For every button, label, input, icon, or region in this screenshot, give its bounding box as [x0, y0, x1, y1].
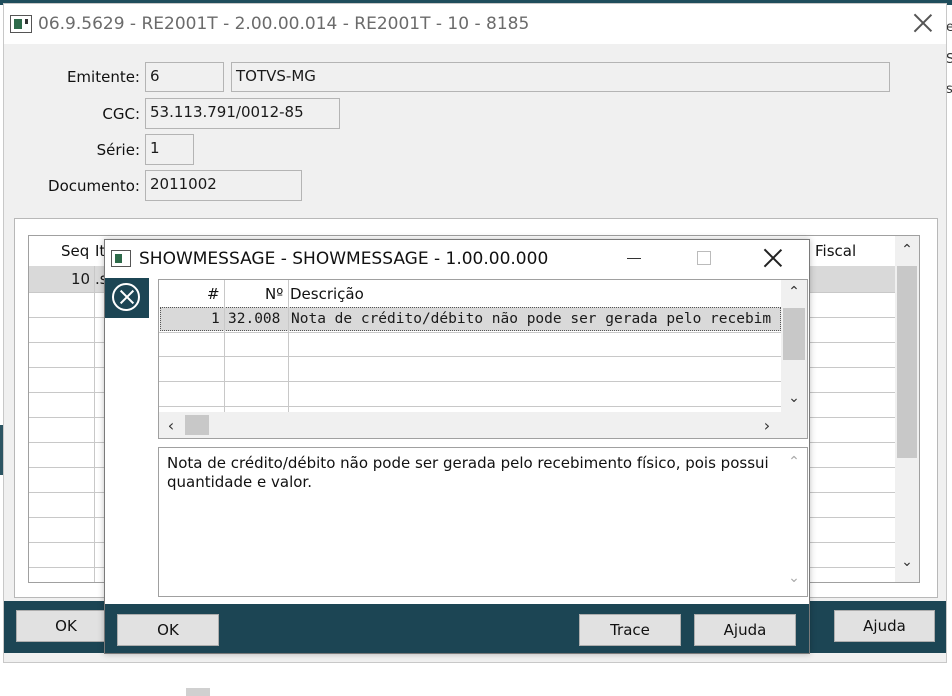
messages-grid-hscroll-thumb[interactable] [185, 415, 209, 435]
messages-grid-hscrollbar[interactable] [159, 412, 807, 438]
chevron-up-icon[interactable]: ⌃ [783, 454, 805, 470]
chevron-left-icon[interactable]: ‹ [163, 416, 179, 435]
emitente-name-field[interactable]: TOTVS-MG [231, 62, 890, 92]
grid-divider [159, 332, 781, 333]
dialog-help-button[interactable]: Ajuda [694, 614, 796, 646]
grid-divider [159, 406, 781, 407]
cgc-field[interactable]: 53.113.791/0012-85 [145, 98, 340, 129]
app-window-icon [10, 15, 32, 33]
close-icon[interactable] [761, 246, 785, 270]
col-header-fiscal[interactable]: Fiscal [815, 242, 856, 260]
showmessage-dialog: SHOWMESSAGE - SHOWMESSAGE - 1.00.00.000 … [104, 239, 810, 654]
app-window-icon [111, 250, 131, 267]
row-description-cell: Nota de crédito/débito não pode ser gera… [291, 311, 772, 327]
chevron-down-icon[interactable]: ⌄ [897, 554, 917, 570]
col-header-hash[interactable]: # [207, 285, 220, 303]
background-taskbar-fragment [186, 688, 210, 696]
emitente-code-field[interactable]: 6 [145, 62, 224, 92]
close-icon[interactable] [910, 10, 936, 36]
col-header-seq[interactable]: Seq [61, 242, 89, 260]
message-detail-box[interactable]: Nota de crédito/débito não pode ser gera… [158, 447, 808, 597]
col-header-description[interactable]: Descrição [290, 285, 364, 303]
trace-button[interactable]: Trace [579, 614, 681, 646]
main-window-title: 06.9.5629 - RE2001T - 2.00.00.014 - RE20… [38, 14, 530, 34]
message-line: quantidade e valor. [167, 473, 312, 491]
cgc-label: CGC: [102, 105, 140, 123]
col-header-number[interactable]: Nº [265, 285, 283, 303]
message-detail-text: Nota de crédito/débito não pode ser gera… [167, 454, 777, 492]
chevron-up-icon[interactable]: ⌃ [783, 284, 805, 300]
minimize-icon[interactable] [627, 258, 641, 259]
chevron-up-icon[interactable]: ⌃ [897, 242, 917, 258]
grid-divider [94, 266, 95, 582]
messages-grid[interactable]: # Nº Descrição 1 32.008 Nota de crédito/… [158, 279, 808, 439]
emitente-label: Emitente: [66, 68, 140, 86]
ok-button[interactable]: OK [16, 610, 116, 642]
dialog-side-panel [105, 278, 151, 606]
row-number-cell: 32.008 [228, 311, 281, 327]
row-seq-cell: 10 [71, 270, 91, 288]
message-line: Nota de crédito/débito não pode ser gera… [167, 454, 769, 472]
error-icon [112, 283, 140, 311]
grid-divider [159, 381, 781, 382]
grid-divider [224, 280, 225, 412]
serie-field[interactable]: 1 [145, 134, 194, 165]
documento-field[interactable]: 2011002 [145, 170, 302, 201]
grid-divider [288, 280, 289, 412]
documento-label: Documento: [48, 177, 140, 195]
dialog-title: SHOWMESSAGE - SHOWMESSAGE - 1.00.00.000 [139, 249, 549, 269]
maximize-icon[interactable] [697, 251, 711, 265]
error-icon-box [105, 278, 149, 318]
messages-grid-vscroll-thumb[interactable] [783, 308, 805, 360]
items-grid-vscroll-thumb[interactable] [897, 266, 917, 458]
main-titlebar: 06.9.5629 - RE2001T - 2.00.00.014 - RE20… [4, 4, 946, 44]
grid-divider [159, 356, 781, 357]
chevron-down-icon[interactable]: ⌄ [783, 570, 805, 586]
dialog-ok-button[interactable]: OK [117, 614, 219, 646]
dialog-titlebar: SHOWMESSAGE - SHOWMESSAGE - 1.00.00.000 [105, 240, 809, 278]
serie-label: Série: [96, 141, 140, 159]
chevron-right-icon[interactable]: › [759, 416, 775, 435]
row-hash-cell: 1 [211, 311, 220, 327]
dialog-button-bar: OK Trace Ajuda [105, 604, 809, 653]
chevron-down-icon[interactable]: ⌄ [783, 390, 805, 406]
help-button[interactable]: Ajuda [834, 610, 935, 642]
